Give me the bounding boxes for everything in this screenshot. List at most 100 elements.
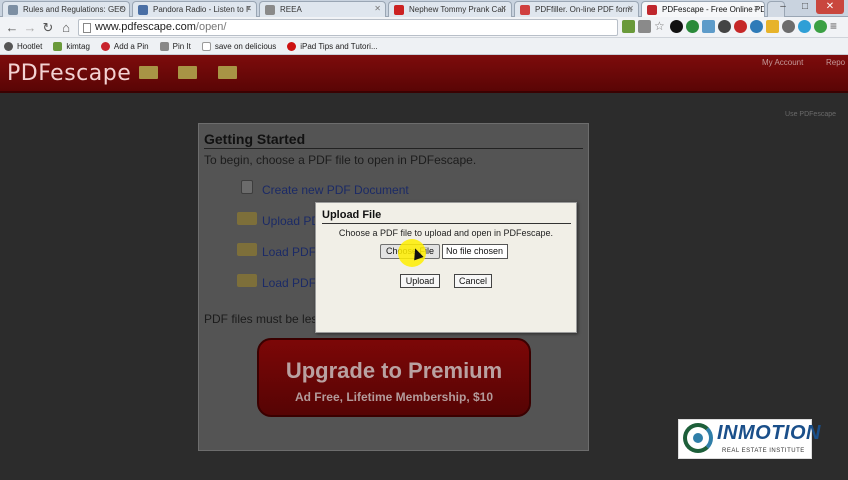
extension-icon[interactable] <box>702 20 715 33</box>
tab-title: Rules and Regulations: GEO <box>23 5 126 14</box>
premium-title: Upgrade to Premium <box>285 358 503 383</box>
tab-title: Nephew Tommy Prank Call <box>409 5 506 14</box>
document-icon <box>241 180 253 194</box>
bookmark-label: save on delicious <box>214 41 277 51</box>
load-pdf-recent-link[interactable]: Load PDF <box>262 276 316 290</box>
page-icon <box>201 41 211 51</box>
tab-reea[interactable]: REEA ✕ <box>259 1 386 17</box>
forward-arrow-icon[interactable]: → <box>22 20 38 36</box>
side-note: Use PDFescape <box>785 111 836 118</box>
close-icon[interactable]: ✕ <box>118 4 125 13</box>
window-controls: – □ ✕ <box>772 0 844 14</box>
bookmarks-bar: Hootlet kimtag Add a Pin Pin It save on … <box>0 38 848 55</box>
swirl-logo-icon <box>683 423 713 453</box>
tab-favicon-icon <box>394 5 404 15</box>
extension-icon[interactable] <box>686 20 699 33</box>
extension-icon[interactable] <box>766 20 779 33</box>
close-icon[interactable]: ✕ <box>374 4 381 13</box>
reload-icon[interactable]: ↻ <box>40 20 56 36</box>
close-icon[interactable]: ✕ <box>753 4 760 13</box>
extension-icons: ☆ ≡ <box>622 20 843 33</box>
folder-icon <box>237 243 257 256</box>
tab-favicon-icon <box>520 5 530 15</box>
bookmark-label: iPad Tips and Tutori... <box>300 41 378 51</box>
tab-title: PDFfiller. On-line PDF form <box>535 5 632 14</box>
url-host: www.pdfescape.com <box>95 21 196 33</box>
bookmark-add-a-pin[interactable]: Add a Pin <box>100 41 149 51</box>
bookmark-label: Add a Pin <box>113 41 149 51</box>
tab-youtube[interactable]: Nephew Tommy Prank Call ✕ <box>388 1 512 17</box>
maximize-button[interactable]: □ <box>794 0 816 14</box>
recent-folder-icon <box>237 274 257 287</box>
inmotion-logo: INMOTION REAL ESTATE INSTITUTE <box>678 419 821 459</box>
create-new-pdf-link[interactable]: Create new PDF Document <box>262 183 409 197</box>
url-path: /open/ <box>195 21 227 33</box>
file-size-note: PDF files must be less <box>204 312 316 326</box>
folder-icon[interactable] <box>139 66 158 79</box>
tab-title: REEA <box>280 5 302 14</box>
extension-icon[interactable] <box>750 20 763 33</box>
my-account-link[interactable]: My Account <box>762 58 803 67</box>
tab-favicon-icon <box>8 5 18 15</box>
kimtag-icon <box>53 41 63 51</box>
tab-favicon-icon <box>265 5 275 15</box>
upload-button[interactable]: Upload <box>400 274 440 288</box>
tab-pdfescape[interactable]: PDFescape - Free Online PD ✕ <box>641 1 765 18</box>
close-icon[interactable]: ✕ <box>245 4 252 13</box>
site-header: PDFescape My Account Repo <box>0 55 848 93</box>
panel-intro: To begin, choose a PDF file to open in P… <box>204 153 477 167</box>
bookmark-delicious[interactable]: save on delicious <box>201 41 277 51</box>
file-status: No file chosen <box>442 244 509 259</box>
extension-icon[interactable] <box>814 20 827 33</box>
watermark-brand: INMOTION <box>717 422 821 444</box>
cancel-button[interactable]: Cancel <box>454 274 492 288</box>
bookmark-hootlet[interactable]: Hootlet <box>4 41 43 51</box>
close-icon[interactable]: ✕ <box>627 4 634 13</box>
recent-folder-icon[interactable] <box>218 66 237 79</box>
bookmark-label: Pin It <box>172 41 191 51</box>
extension-icon[interactable] <box>670 20 683 33</box>
page-action-icon[interactable] <box>638 20 651 33</box>
open-folder-icon[interactable] <box>178 66 197 79</box>
close-icon[interactable]: ✕ <box>500 4 507 13</box>
tab-title: Pandora Radio - Listen to F <box>153 5 251 14</box>
extension-icon[interactable] <box>798 20 811 33</box>
bookmark-kimtag[interactable]: kimtag <box>53 41 90 51</box>
tab-favicon-icon <box>138 5 148 15</box>
bookmark-ipad-tips[interactable]: iPad Tips and Tutori... <box>287 41 378 51</box>
extension-icon[interactable] <box>782 20 795 33</box>
upload-folder-icon <box>237 212 257 225</box>
extension-icon[interactable] <box>622 20 635 33</box>
star-icon[interactable]: ☆ <box>654 20 667 33</box>
bookmark-label: kimtag <box>66 41 90 51</box>
tab-pdffiller[interactable]: PDFfiller. On-line PDF form ✕ <box>514 1 639 17</box>
tab-strip: Rules and Regulations: GEO ✕ Pandora Rad… <box>0 0 848 18</box>
bookmark-pin-it[interactable]: Pin It <box>159 41 191 51</box>
load-pdf-link[interactable]: Load PDF <box>262 245 316 259</box>
tab-pandora[interactable]: Pandora Radio - Listen to F ✕ <box>132 1 257 17</box>
site-logo[interactable]: PDFescape <box>7 61 131 86</box>
hootlet-icon <box>4 41 13 51</box>
tab-title: PDFescape - Free Online PD <box>662 5 765 14</box>
youtube-icon <box>287 41 297 51</box>
extension-icon[interactable] <box>718 20 731 33</box>
pin-icon <box>159 41 169 51</box>
premium-subtitle: Ad Free, Lifetime Membership, $10 <box>294 390 494 404</box>
tab-rules[interactable]: Rules and Regulations: GEO ✕ <box>2 1 130 17</box>
extension-icon[interactable] <box>734 20 747 33</box>
upload-file-dialog: Upload File Choose a PDF file to upload … <box>315 202 577 333</box>
panel-title: Getting Started <box>204 131 583 149</box>
dialog-title: Upload File <box>322 209 571 224</box>
close-window-button[interactable]: ✕ <box>816 0 844 14</box>
dialog-message: Choose a PDF file to upload and open in … <box>338 228 554 238</box>
menu-icon[interactable]: ≡ <box>830 20 843 33</box>
upgrade-premium-button[interactable]: Upgrade to Premium Ad Free, Lifetime Mem… <box>257 338 531 417</box>
bookmark-label: Hootlet <box>17 41 43 51</box>
home-icon[interactable]: ⌂ <box>58 20 74 36</box>
address-bar[interactable]: www.pdfescape.com/open/ <box>78 19 618 36</box>
back-arrow-icon[interactable]: ← <box>4 20 20 36</box>
pinterest-icon <box>100 41 110 51</box>
minimize-button[interactable]: – <box>772 0 794 14</box>
report-link[interactable]: Repo <box>826 58 845 67</box>
browser-toolbar: ← → ↻ ⌂ www.pdfescape.com/open/ ☆ ≡ <box>0 17 848 38</box>
